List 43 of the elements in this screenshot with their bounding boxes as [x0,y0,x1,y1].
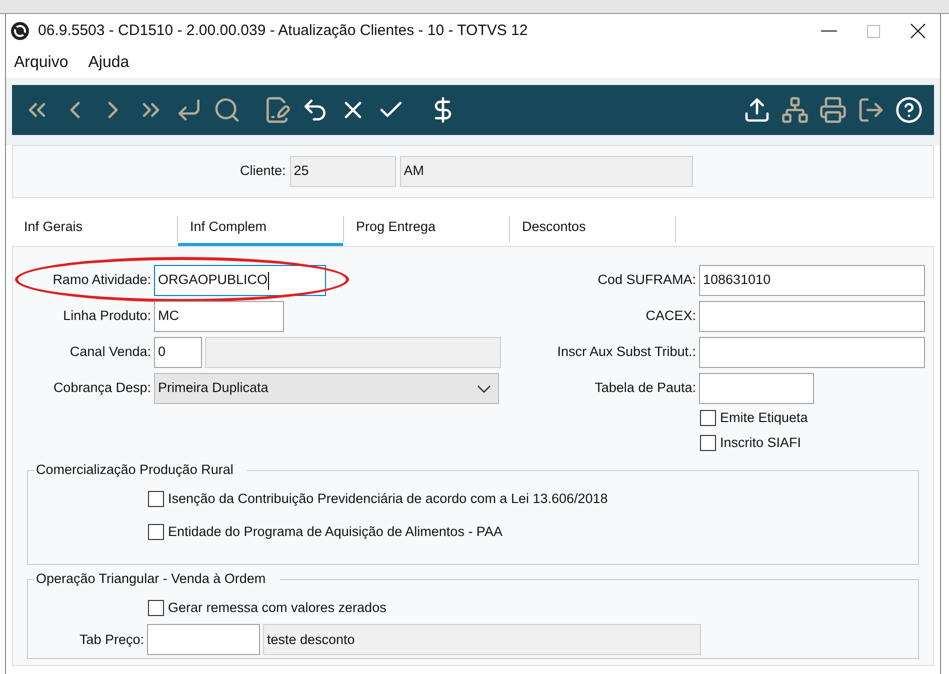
field-label: Tab Preço: [78,630,144,649]
checkbox-label: Entidade do Programa de Aquisição de Alimentos - PAA [168,523,502,542]
checkbox[interactable] [148,491,164,508]
input-field[interactable] [699,337,925,368]
input-field[interactable]: 0 [154,337,202,368]
field-label: Tabela de Pauta: [594,379,696,398]
field-label: Canal Venda: [68,343,151,362]
checkbox[interactable] [148,600,164,616]
field-label: Cod SUFRAMA: [596,271,696,290]
input-field[interactable]: ORGAOPUBLICO [154,265,326,296]
client-name-field: AM [400,156,693,187]
field-label: Linha Produto: [62,307,151,326]
field-label: CACEX: [644,307,696,326]
app-logo-icon [10,21,30,41]
input-field[interactable] [699,301,925,332]
input-field[interactable] [699,373,814,404]
field-label: Cobrança Desp: [52,379,151,398]
input-field[interactable] [147,624,260,656]
text-cursor [268,272,269,290]
input-field[interactable]: MC [154,301,284,332]
chevron-down-icon [477,384,491,392]
checkbox-label: Inscrito SIAFI [720,434,802,452]
minimize-icon[interactable] [821,30,837,32]
tab[interactable]: Inf Gerais [12,212,177,246]
input-field[interactable]: 108631010 [699,265,925,296]
checkbox-label: Emite Etiqueta [720,408,808,427]
field-label: Inscr Aux Subst Tribut.: [556,343,696,362]
dropdown[interactable]: Primeira Duplicata [154,373,499,404]
checkbox[interactable] [700,410,716,426]
checkbox[interactable] [700,435,716,451]
description-field: teste desconto [263,624,701,656]
menu-item[interactable]: Arquivo [14,51,68,75]
menu-item[interactable]: Ajuda [88,51,130,75]
checkbox-label: Isenção da Contribuição Previdenciária de acordo com a Lei 13.606/2018 [168,490,608,508]
window-title: 06.9.5503 - CD1510 - 2.00.00.039 - Atualização Clientes - 10 - TOTVS 12 [38,20,528,41]
field-label: Cliente: [240,162,286,180]
checkbox[interactable] [148,524,164,540]
field-label: Ramo Atividade: [52,271,151,290]
checkbox-label: Gerar remessa com valores zerados [168,599,386,617]
client-code-field: 25 [290,156,396,187]
tab[interactable]: Descontos [510,212,675,246]
tab[interactable]: Prog Entrega [344,212,509,246]
close-icon[interactable] [910,23,926,39]
